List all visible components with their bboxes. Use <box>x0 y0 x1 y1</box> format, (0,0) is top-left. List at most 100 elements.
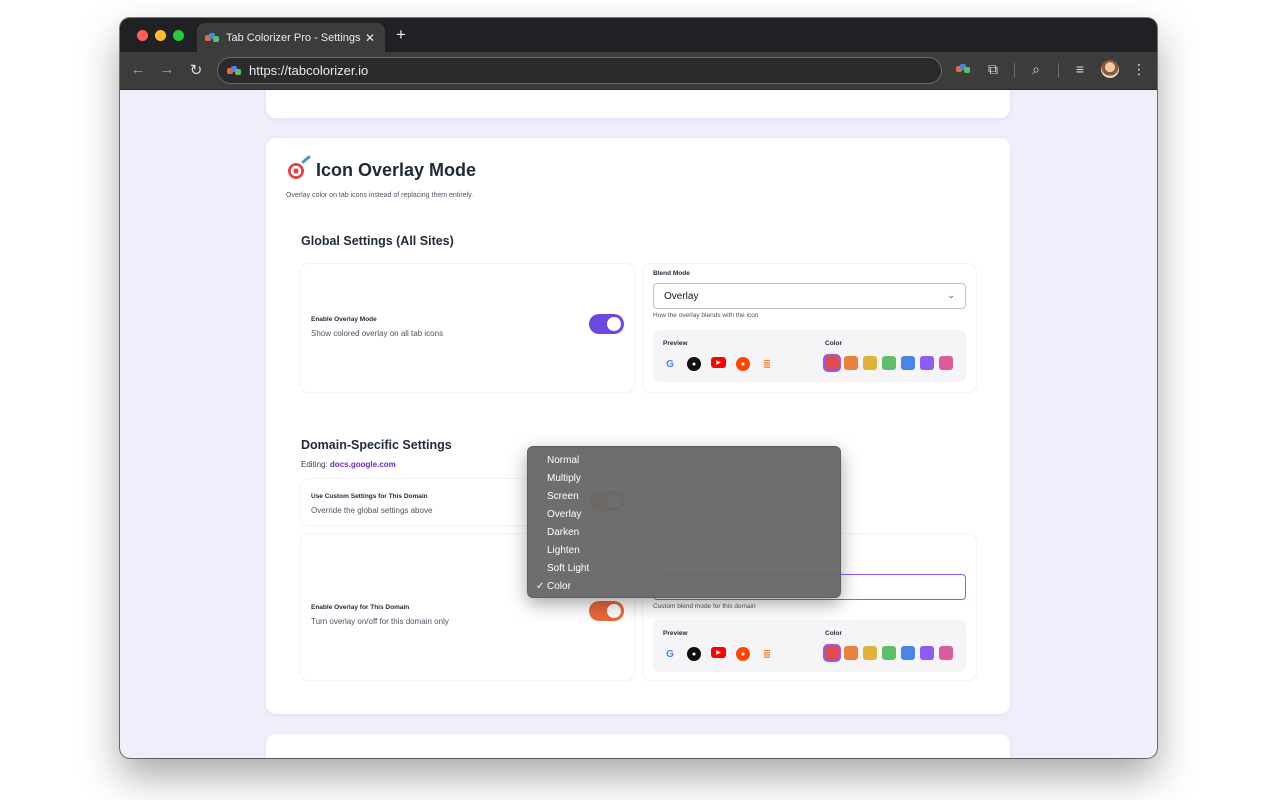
tab-search-icon[interactable]: ⌕ <box>1027 61 1045 78</box>
dropdown-option-label: Normal <box>547 455 580 466</box>
enable-overlay-toggle[interactable] <box>589 314 624 334</box>
color-swatch[interactable] <box>939 356 953 370</box>
color-swatch[interactable] <box>863 356 877 370</box>
color-label: Color <box>825 630 842 637</box>
domain-enable-label: Enable Overlay for This Domain <box>311 604 410 611</box>
browser-window: Tab Colorizer Pro - Settings ✕ + ← → ↻ h… <box>120 18 1157 758</box>
youtube-icon: ▶ <box>711 647 726 658</box>
color-swatch[interactable] <box>901 356 915 370</box>
close-window-button[interactable] <box>137 30 148 41</box>
custom-settings-label: Use Custom Settings for This Domain <box>311 493 428 500</box>
blend-mode-dropdown-menu: Normal Multiply Screen Overlay Darken Lighten… <box>527 446 841 598</box>
back-icon[interactable]: ← <box>129 61 147 78</box>
color-swatch[interactable] <box>939 646 953 660</box>
browser-toolbar: ← → ↻ https://tabcolorizer.io ⧉ ⌕ ≡ ⋮ <box>120 52 1157 90</box>
address-bar[interactable]: https://tabcolorizer.io <box>217 57 942 84</box>
custom-settings-desc: Override the global settings above <box>311 506 433 515</box>
dropdown-option[interactable]: Screen <box>528 488 840 506</box>
color-swatch[interactable] <box>825 646 839 660</box>
tab-colorizer-extension-icon[interactable] <box>954 61 972 77</box>
dropdown-option[interactable]: Overlay <box>528 506 840 524</box>
reload-icon[interactable]: ↻ <box>187 61 205 79</box>
site-info-icon[interactable] <box>227 65 241 76</box>
profile-avatar[interactable] <box>1101 60 1119 78</box>
dropdown-option[interactable]: Darken <box>528 524 840 542</box>
dropdown-option[interactable]: Lighten <box>528 542 840 560</box>
enable-overlay-label: Enable Overlay Mode <box>311 316 377 323</box>
dropdown-option-label: Multiply <box>547 473 581 484</box>
editing-domain-link: docs.google.com <box>329 460 396 469</box>
blend-mode-select[interactable]: Overlay ⌄ <box>653 283 966 309</box>
google-icon: G <box>666 648 674 660</box>
dropdown-option[interactable]: Multiply <box>528 470 840 488</box>
checkmark-icon: ✓ <box>536 581 545 592</box>
editing-domain-text: Editing: docs.google.com <box>301 460 396 469</box>
color-swatch[interactable] <box>844 356 858 370</box>
global-blend-panel: Blend Mode Overlay ⌄ How the overlay ble… <box>643 264 976 392</box>
section-header: Icon Overlay Mode <box>286 160 476 181</box>
enable-overlay-desc: Show colored overlay on all tab icons <box>311 329 444 338</box>
tab-close-icon[interactable]: ✕ <box>363 31 377 45</box>
domain-preview-box: Preview Color G ● ▶ ● ≣ <box>653 620 966 672</box>
domain-settings-title: Domain-Specific Settings <box>301 438 452 452</box>
new-tab-button[interactable]: + <box>396 25 406 45</box>
youtube-icon: ▶ <box>711 357 726 368</box>
url-text: https://tabcolorizer.io <box>249 63 369 78</box>
minimize-window-button[interactable] <box>155 30 166 41</box>
tab-strip: Tab Colorizer Pro - Settings ✕ + <box>120 18 1157 52</box>
tab-title: Tab Colorizer Pro - Settings <box>226 31 361 44</box>
global-settings-title: Global Settings (All Sites) <box>301 234 454 248</box>
global-preview-box: Preview Color G ● ▶ ● ≣ <box>653 330 966 382</box>
color-swatch[interactable] <box>825 356 839 370</box>
forward-icon[interactable]: → <box>158 61 176 78</box>
page-viewport: Icon Overlay Mode Overlay color on tab i… <box>120 90 1157 758</box>
toolbar-divider <box>1058 63 1059 78</box>
preview-label: Preview <box>663 340 688 347</box>
preview-site-icons: G ● ▶ ● ≣ <box>663 357 774 371</box>
color-swatch[interactable] <box>882 356 896 370</box>
dropdown-option[interactable]: Soft Light <box>528 560 840 578</box>
dropdown-option-label: Soft Light <box>547 563 590 574</box>
color-swatch[interactable] <box>844 646 858 660</box>
icon-overlay-card: Icon Overlay Mode Overlay color on tab i… <box>266 138 1010 714</box>
previous-section-card <box>266 90 1010 118</box>
color-swatches <box>825 356 953 370</box>
color-swatch[interactable] <box>863 646 877 660</box>
color-swatch[interactable] <box>920 356 934 370</box>
maximize-window-button[interactable] <box>173 30 184 41</box>
dropdown-option[interactable]: ✓ Color <box>528 578 840 596</box>
more-menu-icon[interactable]: ⋮ <box>1130 61 1148 78</box>
stackoverflow-icon: ≣ <box>762 358 772 370</box>
google-icon: G <box>666 358 674 370</box>
toolbar-divider <box>1014 63 1015 78</box>
browser-tab[interactable]: Tab Colorizer Pro - Settings ✕ <box>197 23 385 52</box>
domain-blend-hint: Custom blend mode for this domain <box>653 603 756 610</box>
dropdown-option[interactable]: Normal <box>528 452 840 470</box>
color-swatch[interactable] <box>920 646 934 660</box>
reading-list-icon[interactable]: ≡ <box>1071 61 1089 77</box>
dropdown-option-label: Screen <box>547 491 579 502</box>
reddit-icon: ● <box>736 357 750 371</box>
color-label: Color <box>825 340 842 347</box>
extensions-puzzle-icon[interactable]: ⧉ <box>984 61 1002 78</box>
global-enable-panel: Enable Overlay Mode Show colored overlay… <box>301 264 634 392</box>
github-icon: ● <box>687 357 701 371</box>
dropdown-option-label: Lighten <box>547 545 580 556</box>
tab-colorizer-favicon-icon <box>205 32 219 43</box>
dropdown-option-label: Darken <box>547 527 580 538</box>
color-swatch[interactable] <box>882 646 896 660</box>
domain-enable-toggle[interactable] <box>589 601 624 621</box>
section-subtitle: Overlay color on tab icons instead of re… <box>286 192 474 199</box>
blend-mode-value: Overlay <box>664 290 699 302</box>
next-section-card <box>266 734 1010 758</box>
preview-label: Preview <box>663 630 688 637</box>
chevron-down-icon: ⌄ <box>947 290 955 300</box>
reddit-icon: ● <box>736 647 750 661</box>
github-icon: ● <box>687 647 701 661</box>
dropdown-option-label: Color <box>547 581 571 592</box>
color-swatches <box>825 646 953 660</box>
blend-mode-label: Blend Mode <box>653 270 690 277</box>
section-title: Icon Overlay Mode <box>316 160 477 180</box>
domain-enable-desc: Turn overlay on/off for this domain only <box>311 617 449 626</box>
color-swatch[interactable] <box>901 646 915 660</box>
